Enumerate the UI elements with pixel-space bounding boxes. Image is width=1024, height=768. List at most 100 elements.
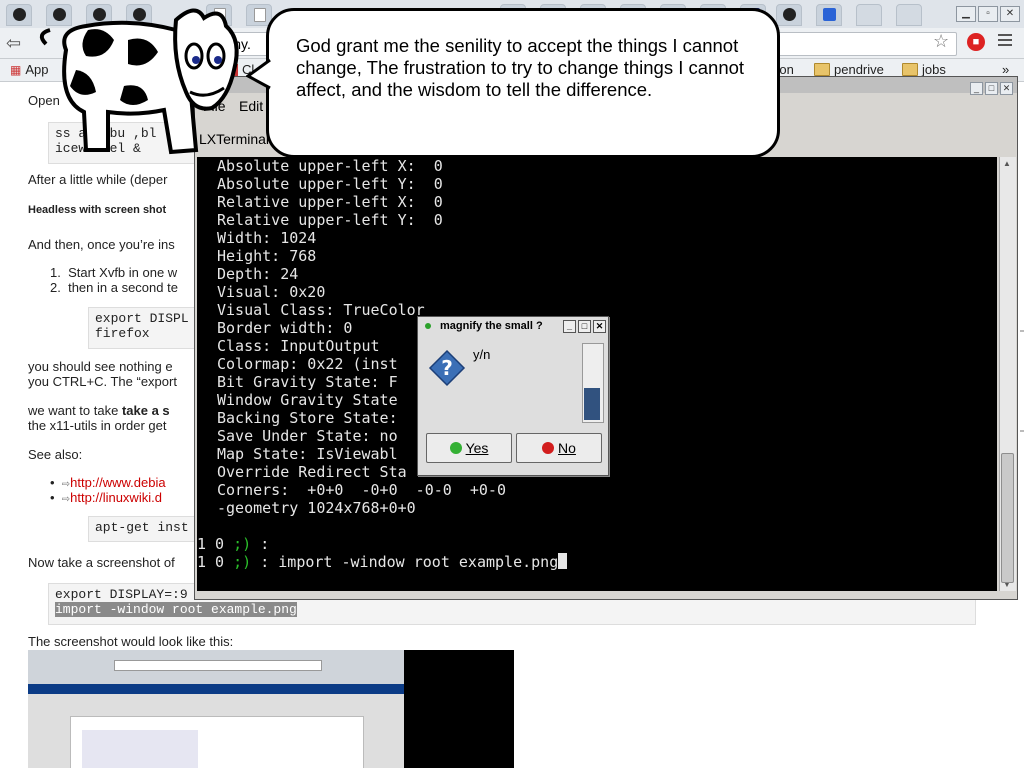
output-line: -geometry 1024x768+0+0 [217,499,416,517]
thumb-black-area [404,650,514,768]
folder-icon [902,63,918,76]
output-line: Bit Gravity State: F [217,373,398,391]
list-item: • ⇨http://linuxwiki.d [50,490,162,505]
google-icon [823,8,836,21]
command-text: : import -window root example.png [251,553,559,571]
dialog-titlebar: magnify the small ? _ □ ✕ [418,317,608,337]
page-text: you should see nothing e [28,359,173,374]
page-text: we want to take take a s [28,403,170,418]
output-line: Window Gravity State [217,391,398,409]
prompt-line: 1 0 ;) : import -window root example.png [197,553,568,571]
cow-pupil [214,56,222,64]
prompt-suffix: : [251,535,270,553]
output-line: Width: 1024 [217,229,317,247]
page-text-part: we want to take [28,403,122,418]
app-status-icon [425,323,431,329]
back-arrow-icon[interactable]: ⇦ [6,33,21,54]
external-link-icon: ⇨ [61,494,71,505]
external-link-icon: ⇨ [61,479,71,490]
github-icon [13,8,26,21]
list-item: • ⇨http://www.debia [50,475,166,490]
no-button[interactable]: No [516,433,602,463]
code-block: export DISPL firefox [88,307,196,349]
page-text: And then, once you’re ins [28,237,175,252]
scrollbar-thumb[interactable] [1001,453,1014,583]
link-linuxwiki[interactable]: http://linuxwiki.d [70,490,162,505]
no-label: No [558,440,576,456]
page-text: you CTRL+C. The “export [28,374,177,389]
section-heading: Headless with screen shot [28,204,167,216]
maximize-icon[interactable]: ▫ [978,6,998,22]
cow-eye [206,42,226,70]
code-block: apt-get inst [88,516,196,542]
green-dot-icon [449,442,462,454]
thumb-tab [28,684,404,694]
output-line: Absolute upper-left X: 0 [217,157,443,175]
output-line: Absolute upper-left Y: 0 [217,175,443,193]
new-tab-button[interactable] [896,4,922,26]
output-line: Depth: 24 [217,265,299,283]
yes-button[interactable]: Yes [426,433,512,463]
more-bookmarks-button[interactable]: » [1002,62,1009,77]
output-line: Save Under State: no [217,427,398,445]
list-item-text: then in a second te [68,280,178,295]
output-line: Colormap: 0x22 (inst [217,355,398,373]
scroll-up-arrow-icon[interactable]: ▲ [1003,159,1011,168]
github-icon [783,8,796,21]
bookmark-label: jobs [922,62,946,77]
thumb-url [114,660,322,671]
star-icon[interactable]: ☆ [933,31,949,52]
output-line: Relative upper-left X: 0 [217,193,443,211]
browser-tab[interactable] [6,4,32,26]
stop-icon[interactable]: ■ [967,33,985,51]
window-controls: ▁ ▫ ✕ [954,3,1020,22]
output-line: Relative upper-left Y: 0 [217,211,443,229]
page-text: The screenshot would look like this: [28,634,234,649]
output-line: Border width: 0 [217,319,353,337]
code-line-selected: import -window root example.png [55,602,297,617]
close-icon[interactable]: ✕ [1000,82,1013,95]
folder-icon [814,63,830,76]
code-line: export DISPLAY=:9 [55,587,188,602]
close-icon[interactable]: ✕ [593,320,606,333]
cow-pupil [192,56,200,64]
browser-tab[interactable] [776,4,802,26]
list-item-text: Start Xvfb in one w [68,265,178,280]
output-line: Corners: +0+0 -0+0 -0-0 +0-0 [217,481,506,499]
prompt-smiley: ;) [233,553,252,571]
maximize-icon[interactable]: □ [578,320,591,333]
new-tab-button[interactable] [856,4,882,26]
prompt-line: 1 0 ;) : [197,535,269,553]
thumb-logo [82,730,198,768]
bookmark-folder-jobs[interactable]: jobs [902,62,946,77]
list-item: 2. then in a second te [50,280,178,295]
browser-tab[interactable] [816,4,842,26]
page-text: See also: [28,447,83,462]
scroll-marker [1020,430,1024,432]
minimize-icon[interactable]: ▁ [956,6,976,22]
cow-tail [39,28,51,46]
list-item: 1. Start Xvfb in one w [50,265,178,280]
magnify-dialog: magnify the small ? _ □ ✕ ? y/n Yes No [417,316,609,476]
close-icon[interactable]: ✕ [1000,6,1020,22]
code-line: firefox [95,326,150,341]
output-line: Height: 768 [217,247,317,265]
maximize-icon[interactable]: □ [985,82,998,95]
terminal-window-controls: _ □ ✕ [968,78,1013,96]
output-line: Class: InputOutput [217,337,380,355]
menu-icon[interactable] [998,34,1012,48]
speech-bubble-text: God grant me the senility to accept the … [296,35,745,100]
minimize-icon[interactable]: _ [970,82,983,95]
svg-text:?: ? [441,356,453,380]
bookmark-folder-pendrive[interactable]: pendrive [814,62,884,77]
page-text: the x11-utils in order get [28,418,167,433]
speech-bubble-tail [246,58,271,90]
output-line: Visual Class: TrueColor [217,301,425,319]
minimize-icon[interactable]: _ [563,320,576,333]
screenshot-image [28,650,514,768]
link-debian[interactable]: http://www.debia [70,475,165,490]
page-text: Now take a screenshot of [28,555,175,570]
page-text: After a little while (deper [28,172,168,187]
prompt-prefix: 1 0 [197,535,234,553]
question-icon: ? [428,349,466,387]
